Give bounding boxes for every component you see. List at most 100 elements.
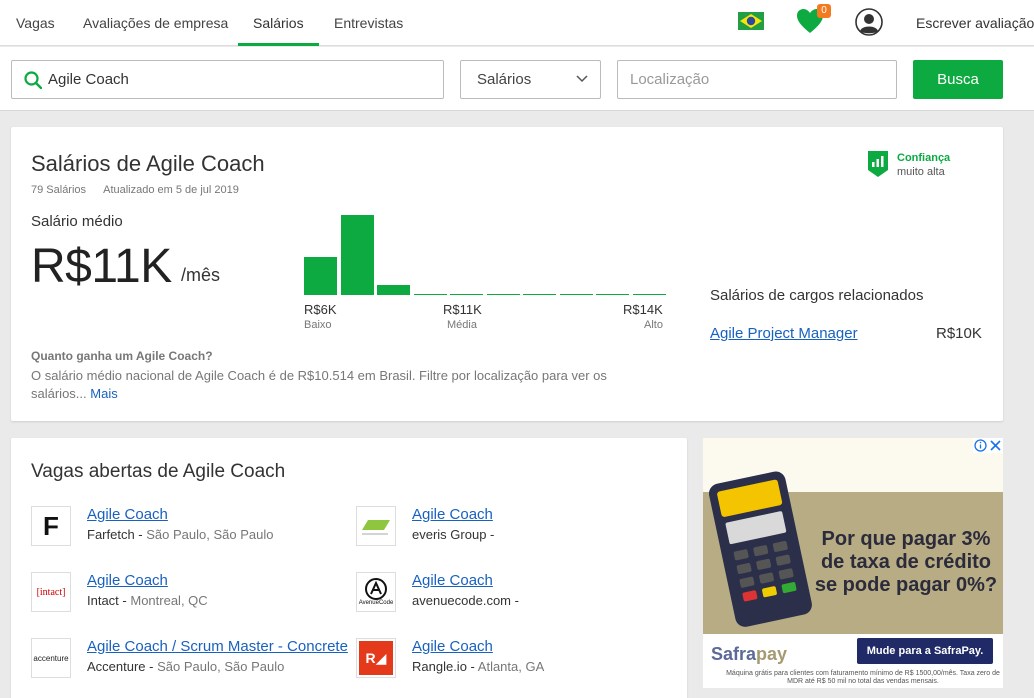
company-name: Accenture (87, 659, 146, 674)
job-company: Accenture - São Paulo, São Paulo (87, 659, 285, 674)
ad-fine-print: Máquina grátis para clientes com faturam… (726, 670, 1000, 685)
top-navigation: Vagas Avaliações de empresa Salários Ent… (0, 0, 1034, 46)
more-link[interactable]: Mais (90, 386, 117, 401)
job-title-link[interactable]: Agile Coach (412, 506, 493, 523)
company-name: Rangle.io (412, 659, 467, 674)
job-listing[interactable]: R◢ Agile Coach Rangle.io - Atlanta, GA (356, 638, 676, 688)
tab-entrevistas[interactable]: Entrevistas (334, 0, 403, 46)
histogram-bar (377, 285, 410, 295)
location-input[interactable] (630, 61, 886, 98)
safrapay-ad[interactable]: Por que pagar 3% de taxa de crédito se p… (703, 438, 1003, 688)
histogram-bar (633, 294, 666, 295)
keyword-input[interactable] (48, 61, 428, 98)
job-location: Atlanta, GA (477, 659, 545, 674)
job-company: Farfetch - São Paulo, São Paulo (87, 527, 274, 542)
ad-cta-button[interactable]: Mude para a SafraPay. (857, 638, 993, 664)
farfetch-logo-text: F (43, 510, 59, 541)
write-review-link[interactable]: Escrever avaliação (916, 0, 1034, 46)
job-title-link[interactable]: Agile Coach (87, 506, 168, 523)
faq-question: Quanto ganha um Agile Coach? (31, 349, 213, 363)
job-company: everis Group - (412, 527, 495, 542)
saved-count-badge: 0 (817, 4, 831, 18)
job-title-link[interactable]: Agile Coach / Scrum Master - Concrete (87, 638, 348, 655)
related-job-link[interactable]: Agile Project Manager (710, 325, 858, 342)
job-title-link[interactable]: Agile Coach (412, 638, 493, 655)
company-logo: AvenueCode (356, 572, 396, 612)
card-terminal-icon (709, 471, 812, 627)
salary-summary-card: Salários de Agile Coach 79 Salários Atua… (11, 127, 1003, 421)
ad-brand-a: Safra (711, 644, 757, 664)
salary-meta: 79 Salários Atualizado em 5 de jul 2019 (31, 184, 239, 196)
job-company: avenuecode.com - (412, 593, 519, 608)
everis-logo-icon (362, 520, 390, 535)
job-listing[interactable]: [intact] Agile Coach Intact - Montreal, … (31, 572, 351, 622)
chevron-down-icon (576, 75, 588, 83)
search-icon (24, 71, 42, 89)
open-jobs-card: Vagas abertas de Agile Coach F Agile Coa… (11, 438, 687, 698)
job-company: Rangle.io - Atlanta, GA (412, 659, 545, 674)
salary-histogram (304, 211, 668, 295)
ad-headline: Por que pagar 3% de taxa de crédito se p… (814, 528, 998, 596)
salary-updated: Atualizado em 5 de jul 2019 (103, 184, 239, 196)
search-button[interactable]: Busca (913, 60, 1003, 99)
tab-vagas[interactable]: Vagas (16, 0, 55, 46)
job-listing[interactable]: accenture Agile Coach / Scrum Master - C… (31, 638, 351, 688)
histogram-bar (450, 294, 483, 295)
job-location: São Paulo, São Paulo (146, 527, 274, 542)
histogram-bar (341, 215, 374, 295)
tab-salarios[interactable]: Salários (238, 0, 319, 46)
category-select-value: Salários (477, 71, 532, 88)
company-logo (356, 506, 396, 546)
related-salaries-title: Salários de cargos relacionados (710, 287, 924, 304)
intact-logo-text: [intact] (36, 586, 66, 598)
range-low-value: R$6K (304, 302, 337, 317)
keyword-search-box[interactable] (11, 60, 444, 99)
job-company: Intact - Montreal, QC (87, 593, 208, 608)
histogram-bar (523, 294, 556, 295)
job-listing[interactable]: F Agile Coach Farfetch - São Paulo, São … (31, 506, 351, 556)
range-high-value: R$14K (623, 302, 663, 317)
job-location: São Paulo, São Paulo (157, 659, 285, 674)
company-name: Intact (87, 593, 119, 608)
average-salary-value: R$11K (31, 240, 172, 293)
histogram-bar (596, 294, 629, 295)
company-name: avenuecode.com (412, 593, 512, 608)
histogram-bar (487, 294, 520, 295)
job-title-link[interactable]: Agile Coach (87, 572, 168, 589)
job-title-link[interactable]: Agile Coach (412, 572, 493, 589)
company-logo: accenture (31, 638, 71, 678)
range-mid-label: Média (447, 319, 477, 331)
histogram-bar (304, 257, 337, 295)
histogram-bar (560, 294, 593, 295)
tab-avaliacoes[interactable]: Avaliações de empresa (83, 0, 228, 46)
brazil-flag-icon[interactable] (738, 12, 764, 30)
faq-answer: O salário médio nacional de Agile Coach … (31, 367, 641, 403)
avenuecode-logo-text: AvenueCode (358, 600, 394, 606)
location-search-box[interactable] (617, 60, 897, 99)
range-mid-value: R$11K (443, 302, 482, 317)
job-listing[interactable]: Agile Coach everis Group - (356, 506, 676, 556)
ad-info-close-controls[interactable] (973, 438, 1003, 453)
histogram-bar (414, 294, 447, 295)
ad-brand-b: pay (756, 644, 788, 664)
salary-title: Salários de Agile Coach (31, 151, 265, 176)
range-low-label: Baixo (304, 319, 332, 331)
company-name: everis Group (412, 527, 487, 542)
avenuecode-logo-icon (365, 578, 387, 600)
salary-count: 79 Salários (31, 184, 87, 196)
company-name: Farfetch (87, 527, 135, 542)
company-logo: R◢ (356, 638, 396, 678)
jobs-title: Vagas abertas de Agile Coach (31, 461, 286, 482)
avatar-icon[interactable] (855, 8, 883, 36)
category-select[interactable]: Salários (460, 60, 601, 99)
confidence-value: muito alta (897, 166, 945, 178)
job-listing[interactable]: AvenueCode Agile Coach avenuecode.com - (356, 572, 676, 622)
accenture-logo-text: accenture (33, 653, 69, 663)
company-logo: [intact] (31, 572, 71, 612)
range-high-label: Alto (644, 319, 663, 331)
related-job-salary: R$10K (936, 325, 982, 342)
company-logo: F (31, 506, 71, 546)
rangle-logo-text: R◢ (365, 649, 387, 666)
search-bar: Salários Busca (0, 47, 1034, 111)
ad-brand: Safrapay (711, 644, 787, 665)
